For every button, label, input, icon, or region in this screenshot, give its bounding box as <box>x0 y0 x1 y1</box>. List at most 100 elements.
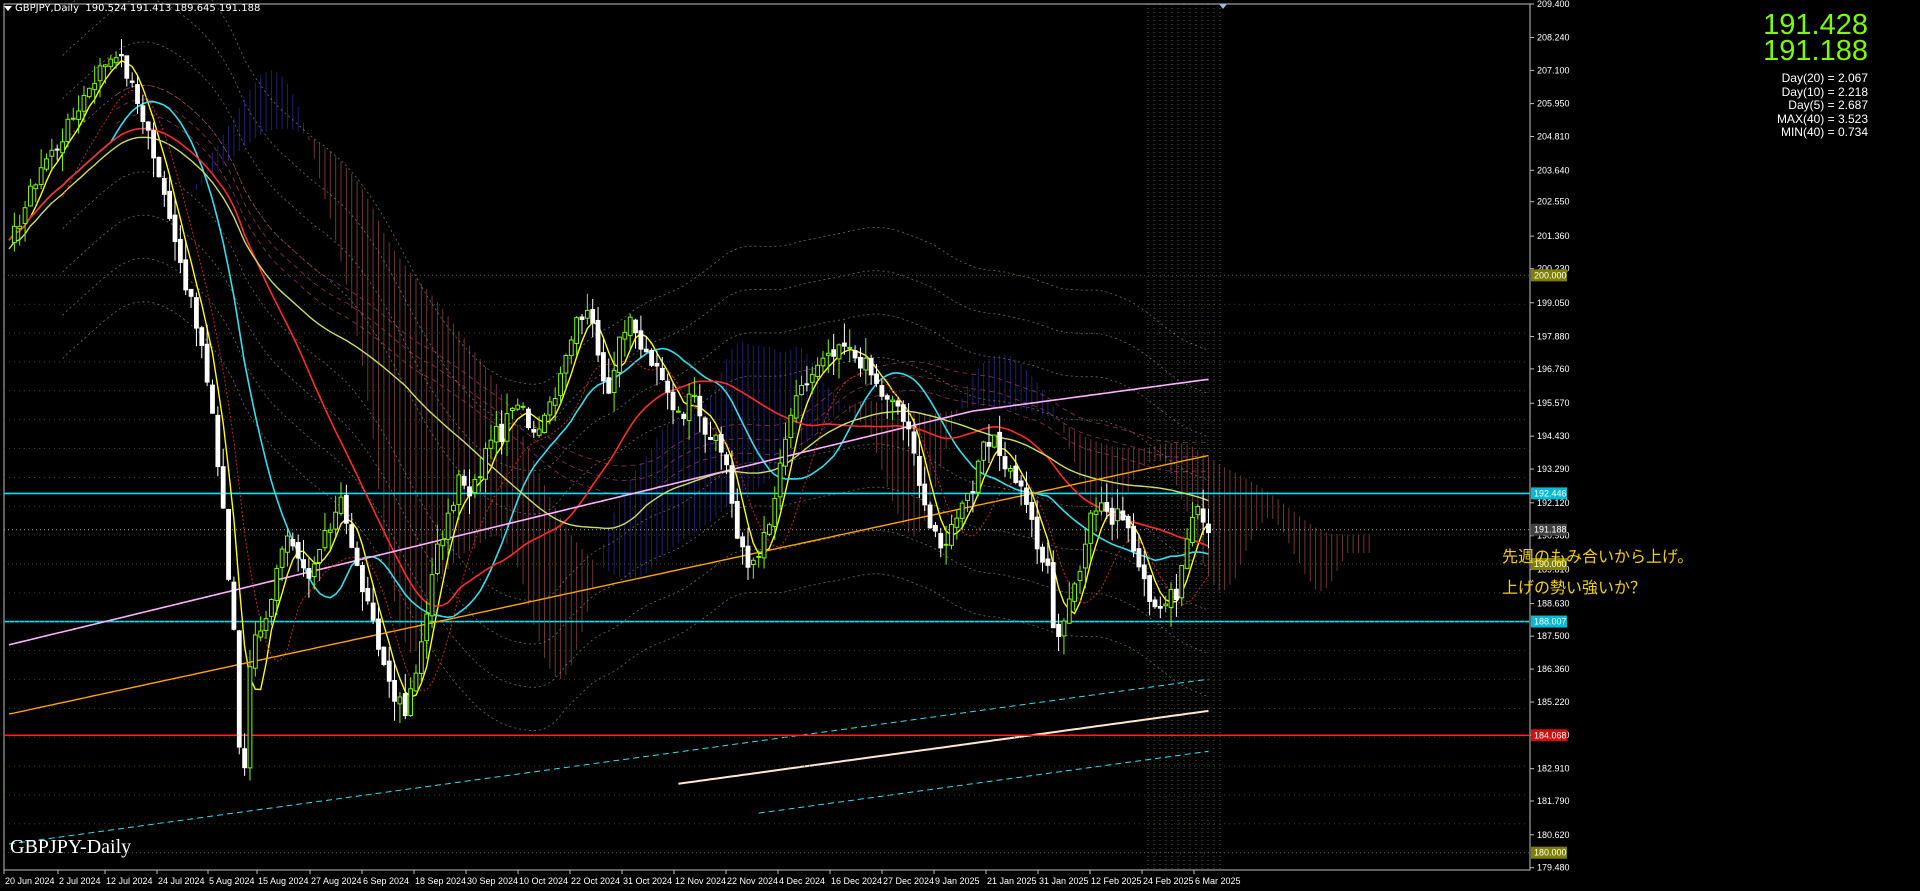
candle-body <box>841 342 847 347</box>
time-tick-label: 22 Oct 2024 <box>571 876 620 886</box>
candle-body <box>659 368 665 381</box>
candle-body <box>1056 623 1061 638</box>
candle-body <box>381 646 387 665</box>
candle-body <box>590 309 596 324</box>
candle-body <box>440 539 446 547</box>
candle-body <box>1040 546 1045 563</box>
candle-body <box>258 630 264 638</box>
candle-body <box>1120 510 1126 521</box>
candle-body <box>226 508 231 580</box>
candle-body <box>981 441 987 461</box>
candle-body <box>847 346 853 349</box>
candle-body <box>1179 565 1185 599</box>
candle-body <box>836 344 842 360</box>
candle-body <box>606 377 612 394</box>
candle-body <box>140 105 146 123</box>
candle-body <box>740 536 746 548</box>
candle-body <box>627 316 633 337</box>
dropdown-triangle-icon[interactable] <box>4 5 12 11</box>
candle-body <box>1157 606 1163 609</box>
price-tick-label: 205.950 <box>1537 99 1570 109</box>
stat-max40: MAX(40) = 3.523 <box>1776 111 1868 126</box>
time-tick-label: 31 Oct 2024 <box>623 876 672 886</box>
candle-body <box>429 574 435 617</box>
candle-body <box>643 348 649 353</box>
candle-body <box>327 529 333 533</box>
lower-price: 191.188 <box>1763 35 1868 67</box>
price-tick-label: 182.910 <box>1537 764 1570 774</box>
candle-body <box>777 462 783 498</box>
candle-body <box>1050 562 1056 629</box>
candle-body <box>579 316 585 320</box>
candle-body <box>188 288 194 297</box>
candle-body <box>1147 575 1153 602</box>
candle-body <box>675 410 681 413</box>
candle-body <box>831 349 837 357</box>
candle-body <box>1018 480 1024 487</box>
candle-body <box>1082 543 1088 569</box>
price-tick-label: 180.620 <box>1537 830 1570 840</box>
candle-body <box>65 118 71 142</box>
candle-body <box>1061 620 1067 637</box>
price-tick-label: 199.050 <box>1537 298 1570 308</box>
candle-body <box>1184 538 1190 569</box>
volatility-stats: Day(20) = 2.067 Day(10) = 2.218 Day(5) =… <box>1776 71 1868 140</box>
candle-body <box>461 475 467 486</box>
candle-body <box>601 352 606 382</box>
candle-body <box>526 408 531 429</box>
candle-body <box>210 384 215 414</box>
candle-body <box>611 369 617 394</box>
candle-body <box>788 414 794 439</box>
annotation-line-2: 上げの勢い強いか？ <box>1502 578 1647 597</box>
candle-body <box>376 618 381 650</box>
symbol-label: GBPJPY,Daily <box>15 3 79 14</box>
candle-body <box>145 121 151 131</box>
time-tick-label: 6 Mar 2025 <box>1195 876 1241 886</box>
candle-body <box>665 380 671 393</box>
time-tick-label: 27 Aug 2024 <box>311 876 362 886</box>
candle-body <box>194 297 199 329</box>
price-tick-label: 196.760 <box>1537 364 1570 374</box>
candle-body <box>804 383 810 386</box>
price-tick-label: 202.550 <box>1537 197 1570 207</box>
candle-body <box>365 588 371 602</box>
candle-body <box>333 511 339 530</box>
candle-body <box>242 748 248 769</box>
annotation-line-1: 先週のもみ合いから上げ。 <box>1502 547 1694 566</box>
candle-body <box>863 357 869 371</box>
candle-body <box>28 185 33 207</box>
candle-body <box>820 357 826 367</box>
candle-body <box>1077 570 1083 582</box>
price-chart[interactable]: 209.400 208.240 207.100 205.950 204.810 203.6… <box>0 0 1920 891</box>
candle-body <box>215 414 221 468</box>
candle-body <box>268 599 274 617</box>
candle-body <box>1024 487 1029 505</box>
price-tick-label: 186.360 <box>1537 664 1570 674</box>
candle-body <box>1013 465 1019 483</box>
candle-body <box>1131 525 1136 552</box>
candle-body <box>975 460 981 493</box>
time-tick-label: 27 Dec 2024 <box>883 876 934 886</box>
candle-body <box>177 238 183 263</box>
candle-body <box>1173 588 1179 601</box>
candle-body <box>49 149 55 157</box>
candle-body <box>1206 523 1211 534</box>
candle-body <box>38 167 44 186</box>
candle-body <box>595 319 601 356</box>
candle-body <box>515 404 521 410</box>
candle-body <box>574 317 580 344</box>
candle-body <box>499 423 505 443</box>
price-tick-label: 203.640 <box>1537 165 1570 175</box>
candle-body <box>927 504 933 529</box>
price-display: 191.428 191.188 <box>1763 11 1868 67</box>
candle-body <box>397 696 403 705</box>
candle-body <box>60 141 65 154</box>
price-tick-label: 197.880 <box>1537 332 1570 342</box>
candle-body <box>1200 508 1206 523</box>
candle-body <box>1099 502 1104 512</box>
candle-body <box>236 630 242 748</box>
candle-body <box>916 456 922 486</box>
time-tick-label: 5 Aug 2024 <box>209 876 255 886</box>
candle-body <box>290 539 296 547</box>
candle-body <box>552 398 558 406</box>
